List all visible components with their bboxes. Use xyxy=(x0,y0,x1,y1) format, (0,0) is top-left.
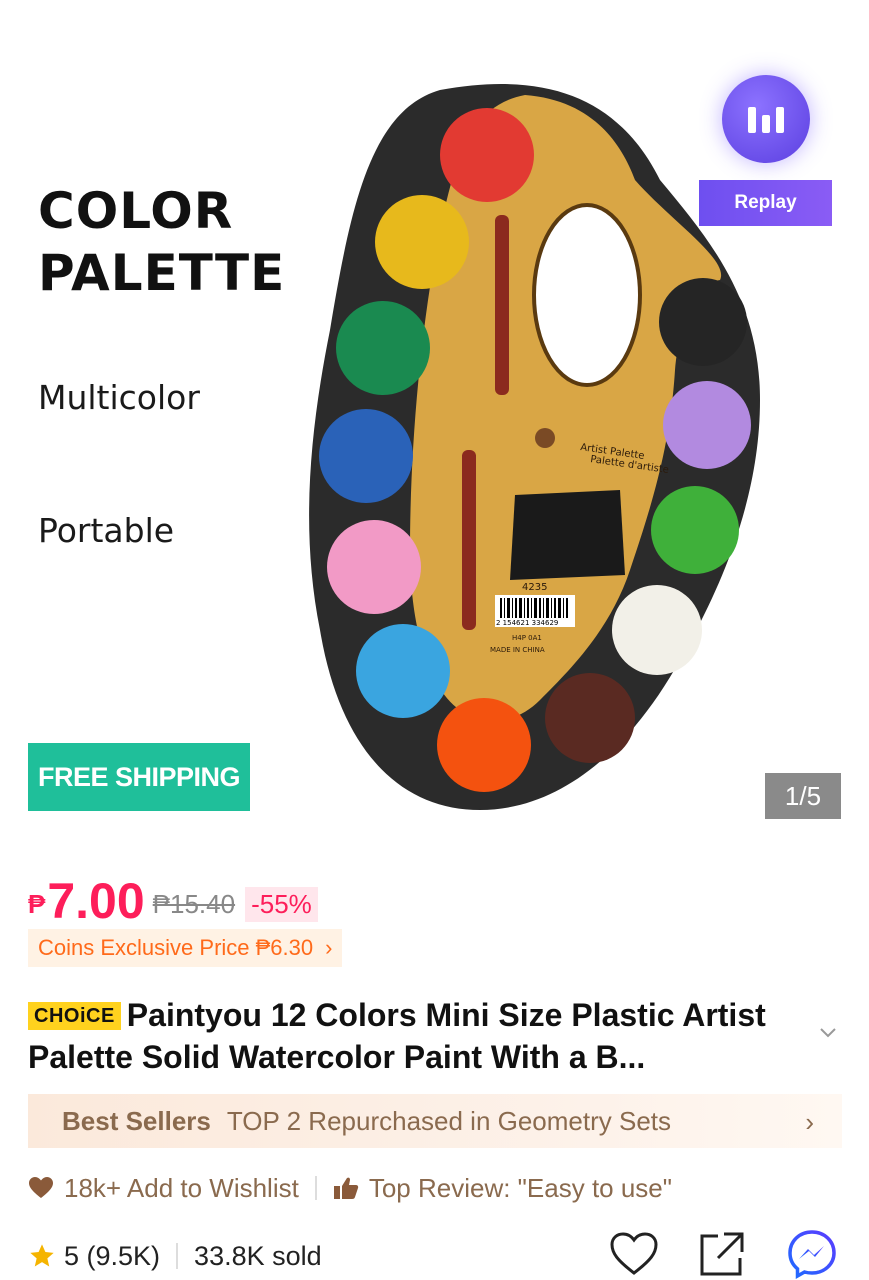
divider xyxy=(314,1176,317,1200)
current-price: 7.00 xyxy=(47,873,145,929)
hero-feature-portable: Portable xyxy=(38,511,175,550)
product-image: Artist Palette Palette d'artiste 4235 2 … xyxy=(309,84,760,810)
social-proof-row: 18k+ Add to Wishlist Top Review: "Easy t… xyxy=(28,1168,672,1208)
image-page-counter: 1/5 xyxy=(765,773,841,819)
svg-text:H4P 0A1: H4P 0A1 xyxy=(512,634,542,642)
replay-button[interactable]: Replay xyxy=(699,180,832,226)
choice-badge: CHOiCE xyxy=(28,1002,121,1030)
heart-icon xyxy=(28,1176,54,1200)
chevron-right-icon: › xyxy=(325,935,333,960)
star-icon xyxy=(28,1242,56,1270)
product-image-carousel[interactable]: COLOR PALETTE Multicolor Portable Artist… xyxy=(0,0,869,840)
sold-count: 33.8K sold xyxy=(194,1240,322,1271)
thumbs-up-icon xyxy=(333,1176,359,1200)
share-button[interactable] xyxy=(696,1228,748,1280)
svg-text:2 154621 334629: 2 154621 334629 xyxy=(496,619,558,627)
product-title-text: Paintyou 12 Colors Mini Size Plastic Art… xyxy=(28,997,766,1075)
discount-badge: -55% xyxy=(245,887,318,922)
bar-chart-button[interactable] xyxy=(722,75,810,163)
original-price: ₱15.40 xyxy=(152,889,236,919)
bar-chart-icon xyxy=(748,107,784,133)
best-sellers-label: Best Sellers xyxy=(62,1105,211,1136)
share-icon xyxy=(700,1232,744,1276)
wishlist-heart-icon xyxy=(610,1232,658,1275)
wishlist-heart-button[interactable] xyxy=(608,1228,660,1280)
coins-price-text: Coins Exclusive Price ₱6.30 xyxy=(38,935,314,960)
svg-text:MADE IN CHINA: MADE IN CHINA xyxy=(490,646,545,654)
price-currency: ₱ xyxy=(28,889,46,919)
best-sellers-rank: TOP 2 Repurchased in Geometry Sets xyxy=(226,1105,672,1136)
top-review[interactable]: Top Review: "Easy to use" xyxy=(369,1173,672,1204)
messenger-button[interactable] xyxy=(786,1228,838,1280)
rating-value[interactable]: 5 (9.5K) xyxy=(64,1241,160,1272)
coins-price-link[interactable]: Coins Exclusive Price ₱6.30 › xyxy=(28,929,343,967)
chevron-down-icon[interactable] xyxy=(818,1022,838,1042)
wishlist-count[interactable]: 18k+ Add to Wishlist xyxy=(64,1173,299,1204)
best-sellers-banner[interactable]: Best Sellers TOP 2 Repurchased in Geomet… xyxy=(28,1094,842,1148)
divider xyxy=(176,1243,179,1269)
free-shipping-badge: FREE SHIPPING xyxy=(28,743,250,811)
svg-text:4235: 4235 xyxy=(522,582,547,593)
product-title[interactable]: CHOiCE Paintyou 12 Colors Mini Size Plast… xyxy=(28,994,818,1078)
hero-feature-multicolor: Multicolor xyxy=(38,378,200,417)
price-row: ₱ 7.00 ₱15.40 -55% xyxy=(28,868,318,928)
hero-title: COLOR PALETTE xyxy=(38,182,286,302)
chevron-right-icon: › xyxy=(805,1107,814,1137)
rating-sales-row: 5 (9.5K) 33.8K sold xyxy=(28,1236,322,1276)
messenger-icon xyxy=(788,1230,836,1279)
